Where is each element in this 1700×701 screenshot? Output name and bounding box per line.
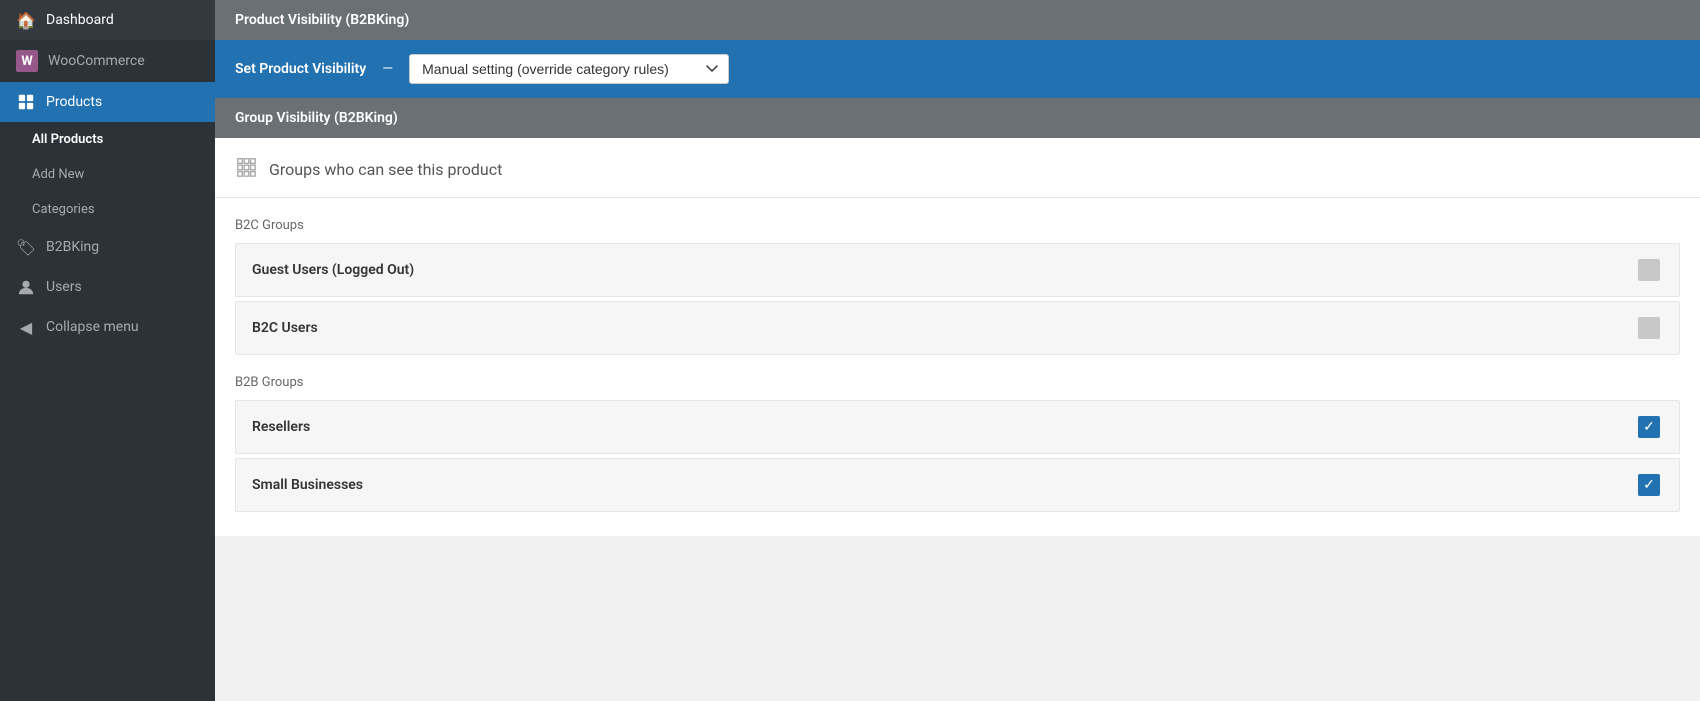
checkbox-b2c-users[interactable]: [1635, 314, 1663, 342]
sidebar: 🏠 Dashboard W WooCommerce Products All P…: [0, 0, 215, 701]
group-visibility-header: Group Visibility (B2BKing): [215, 98, 1700, 138]
sidebar-item-categories[interactable]: Categories: [0, 192, 215, 227]
group-label-resellers: Resellers: [252, 419, 310, 435]
dashboard-icon: 🏠: [16, 10, 36, 30]
group-row-b2c-users: B2C Users: [235, 301, 1680, 355]
checkbox-unchecked-b2c: [1638, 317, 1660, 339]
group-label-guest-users: Guest Users (Logged Out): [252, 262, 414, 278]
sidebar-item-label: Add New: [32, 167, 84, 182]
sidebar-item-label: B2BKing: [46, 239, 99, 255]
sidebar-item-products[interactable]: Products: [0, 82, 215, 122]
sidebar-item-label: All Products: [32, 132, 103, 147]
collapse-icon: ◀: [16, 317, 36, 337]
sidebar-item-label: Dashboard: [46, 12, 114, 28]
b2c-groups-label: B2C Groups: [215, 208, 1700, 239]
b2bking-icon: 🏷: [16, 237, 36, 257]
set-visibility-label: Set Product Visibility: [235, 61, 366, 77]
group-label-small-businesses: Small Businesses: [252, 477, 363, 493]
sidebar-item-label: Categories: [32, 202, 95, 217]
sidebar-item-woocommerce[interactable]: W WooCommerce: [0, 40, 215, 82]
sidebar-item-add-new[interactable]: Add New: [0, 157, 215, 192]
products-icon: [16, 92, 36, 112]
sidebar-item-users[interactable]: Users: [0, 267, 215, 307]
sidebar-item-all-products[interactable]: All Products: [0, 122, 215, 157]
group-label-b2c-users: B2C Users: [252, 320, 318, 336]
sidebar-item-label: Users: [46, 279, 82, 295]
product-visibility-header: Product Visibility (B2BKing): [215, 0, 1700, 40]
group-row-small-businesses: Small Businesses ✓: [235, 458, 1680, 512]
product-visibility-title: Product Visibility (B2BKing): [235, 12, 409, 28]
checkbox-checked-resellers: ✓: [1638, 416, 1660, 438]
group-row-guest-users: Guest Users (Logged Out): [235, 243, 1680, 297]
set-visibility-bar: Set Product Visibility — Manual setting …: [215, 40, 1700, 98]
users-icon: [16, 277, 36, 297]
group-row-resellers: Resellers ✓: [235, 400, 1680, 454]
groups-section-title: Groups who can see this product: [269, 160, 502, 179]
sidebar-item-label: Products: [46, 94, 102, 110]
checkbox-guest-users[interactable]: [1635, 256, 1663, 284]
checkbox-small-businesses[interactable]: ✓: [1635, 471, 1663, 499]
checkbox-resellers[interactable]: ✓: [1635, 413, 1663, 441]
sidebar-item-b2bking[interactable]: 🏷 B2BKing: [0, 227, 215, 267]
visibility-dash: —: [382, 61, 393, 77]
group-visibility-panel: Group Visibility (B2BKing) Groups who ca…: [215, 98, 1700, 536]
groups-title-row: Groups who can see this product: [215, 138, 1700, 198]
woocommerce-icon: W: [16, 50, 38, 72]
groups-grid-icon: [235, 156, 257, 183]
checkbox-unchecked-guest: [1638, 259, 1660, 281]
main-content: Product Visibility (B2BKing) Set Product…: [215, 0, 1700, 701]
sidebar-item-label: WooCommerce: [48, 53, 145, 69]
sidebar-item-label: Collapse menu: [46, 319, 139, 335]
sidebar-item-dashboard[interactable]: 🏠 Dashboard: [0, 0, 215, 40]
sidebar-item-collapse[interactable]: ◀ Collapse menu: [0, 307, 215, 347]
visibility-select[interactable]: Manual setting (override category rules)…: [409, 54, 729, 84]
checkbox-checked-small-businesses: ✓: [1638, 474, 1660, 496]
group-visibility-title: Group Visibility (B2BKing): [235, 110, 398, 126]
b2b-groups-label: B2B Groups: [215, 365, 1700, 396]
